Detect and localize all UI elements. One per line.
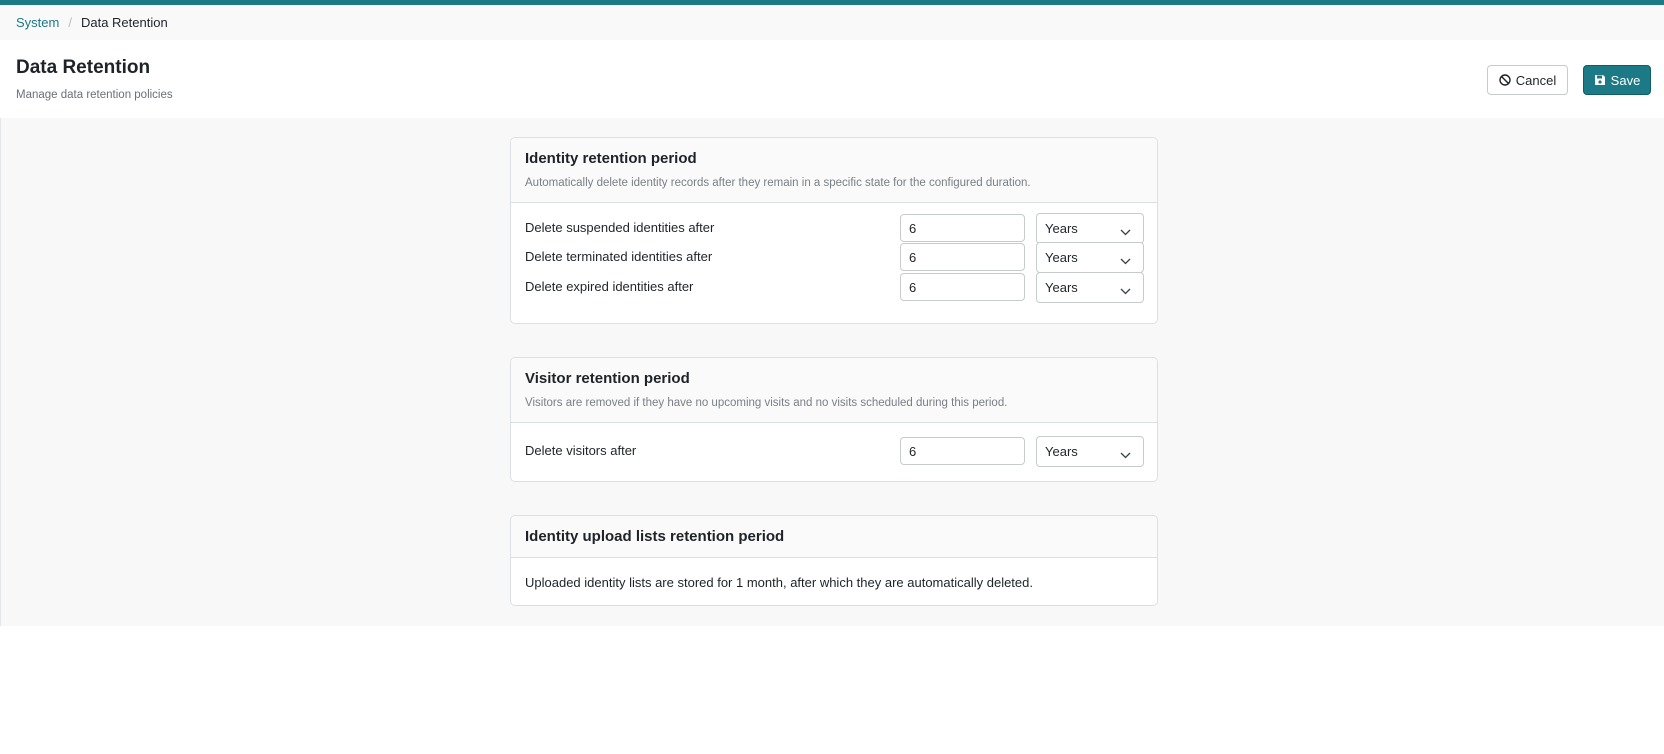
floppy-disk-icon: [1594, 74, 1606, 86]
select-value: Years: [1045, 444, 1078, 459]
visitor-retention-card: Visitor retention period Visitors are re…: [510, 357, 1158, 482]
identity-retention-title: Identity retention period: [525, 150, 697, 167]
upload-lists-info-text: Uploaded identity lists are stored for 1…: [525, 575, 1033, 590]
upload-lists-title: Identity upload lists retention period: [525, 528, 785, 545]
visitors-unit-select[interactable]: Years: [1036, 436, 1144, 467]
cancel-button[interactable]: Cancel: [1487, 65, 1568, 95]
page-title: Data Retention: [16, 57, 151, 78]
row-label: Delete terminated identities after: [525, 249, 713, 264]
row-label: Delete expired identities after: [525, 279, 694, 294]
identity-retention-description: Automatically delete identity records af…: [525, 177, 1031, 189]
visitor-retention-title: Visitor retention period: [525, 370, 690, 387]
identity-retention-card: Identity retention period Automatically …: [510, 137, 1158, 324]
row-label: Delete visitors after: [525, 443, 637, 458]
cancel-button-label: Cancel: [1515, 72, 1557, 88]
chevron-down-icon: [1120, 447, 1131, 462]
row-label: Delete suspended identities after: [525, 220, 715, 235]
retention-row-expired: Delete expired identities after Years: [525, 272, 1144, 303]
expired-duration-input[interactable]: [900, 273, 1025, 301]
page-subtitle: Manage data retention policies: [16, 89, 173, 101]
terminated-unit-select[interactable]: Years: [1036, 242, 1144, 273]
save-button[interactable]: Save: [1583, 65, 1651, 95]
visitor-retention-description: Visitors are removed if they have no upc…: [525, 397, 1008, 409]
chevron-down-icon: [1120, 253, 1131, 268]
select-value: Years: [1045, 280, 1078, 295]
suspended-duration-input[interactable]: [900, 214, 1025, 242]
retention-row-visitors: Delete visitors after Years: [525, 436, 1144, 467]
upload-lists-retention-card: Identity upload lists retention period U…: [510, 515, 1158, 606]
save-button-label: Save: [1610, 72, 1641, 88]
breadcrumb-separator: /: [68, 15, 72, 30]
retention-row-suspended: Delete suspended identities after Years: [525, 213, 1144, 244]
terminated-duration-input[interactable]: [900, 243, 1025, 271]
chevron-down-icon: [1120, 224, 1131, 239]
upload-lists-card-header: Identity upload lists retention period: [511, 516, 1157, 558]
visitors-duration-input[interactable]: [900, 437, 1025, 465]
main-content: Identity retention period Automatically …: [0, 118, 1664, 626]
expired-unit-select[interactable]: Years: [1036, 272, 1144, 303]
ban-icon: [1499, 74, 1511, 86]
suspended-unit-select[interactable]: Years: [1036, 213, 1144, 244]
breadcrumb-current: Data Retention: [80, 15, 168, 30]
retention-row-terminated: Delete terminated identities after Years: [525, 242, 1144, 273]
breadcrumb-link-system[interactable]: System: [16, 15, 59, 30]
visitor-retention-card-header: Visitor retention period Visitors are re…: [511, 358, 1157, 423]
select-value: Years: [1045, 250, 1078, 265]
chevron-down-icon: [1120, 283, 1131, 298]
page-header: Data Retention Manage data retention pol…: [0, 40, 1664, 118]
select-value: Years: [1045, 221, 1078, 236]
breadcrumb: System / Data Retention: [0, 5, 1664, 40]
identity-retention-card-header: Identity retention period Automatically …: [511, 138, 1157, 203]
